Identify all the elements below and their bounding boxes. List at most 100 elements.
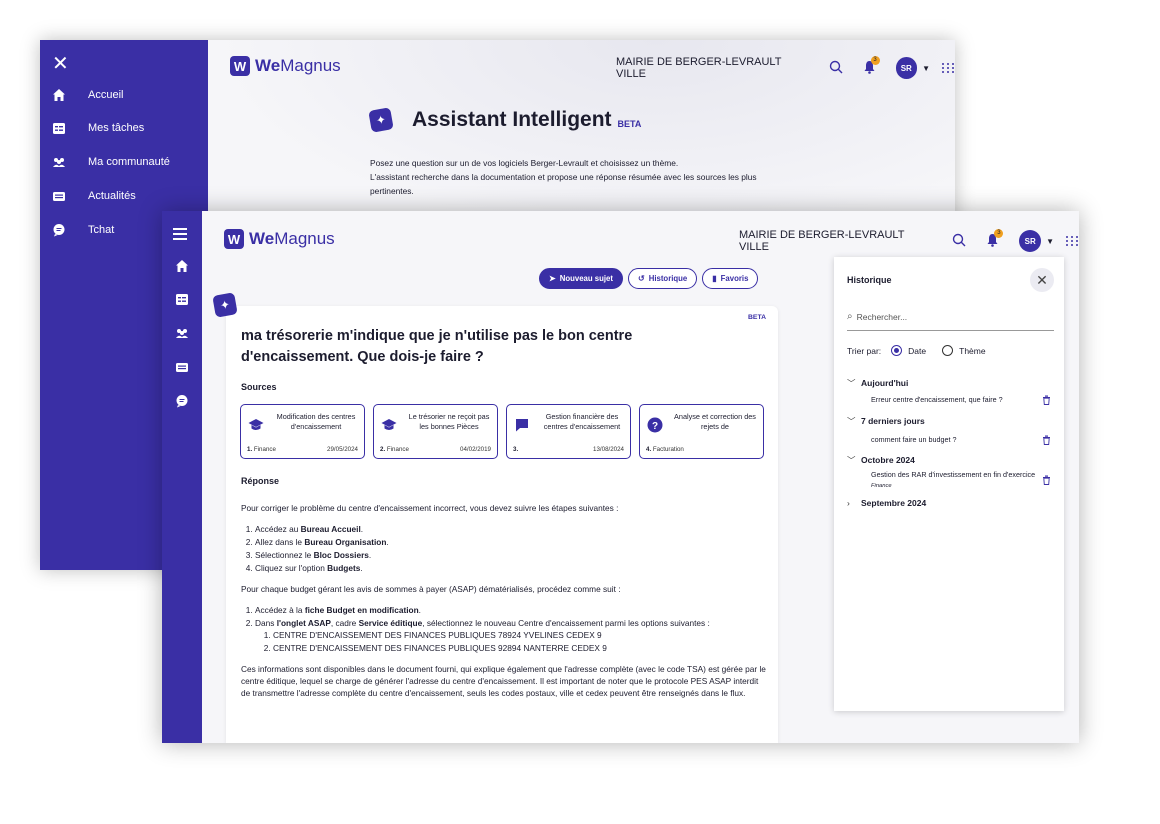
source-card[interactable]: Le trésorier ne reçoit pas les bonnes Pi… bbox=[373, 404, 498, 459]
close-icon[interactable]: ✕ bbox=[52, 54, 69, 74]
search-placeholder: Rechercher... bbox=[856, 311, 908, 322]
history-search-input[interactable]: ⌕ Rechercher... bbox=[847, 303, 1054, 331]
response-heading: Réponse bbox=[241, 476, 280, 486]
new-topic-button[interactable]: ➤ Nouveau sujet bbox=[539, 268, 623, 289]
centres-list: CENTRE D'ENCAISSEMENT DES FINANCES PUBLI… bbox=[273, 629, 766, 654]
home-icon bbox=[52, 88, 66, 102]
question-title: ma trésorerie m'indique que je n'utilise… bbox=[241, 328, 633, 365]
history-group-7days[interactable]: ﹀ 7 derniers jours bbox=[847, 415, 925, 427]
logo-bold-text: We bbox=[249, 229, 275, 248]
wemagnus-logo[interactable]: W WeMagnus bbox=[230, 56, 341, 76]
tasks-icon[interactable] bbox=[175, 292, 189, 306]
history-title: Historique bbox=[847, 275, 892, 285]
news-icon[interactable] bbox=[175, 360, 189, 374]
history-entry[interactable]: Erreur centre d'encaissement, que faire … bbox=[871, 395, 1051, 405]
list-item: Accédez au Bureau Accueil. bbox=[255, 523, 766, 535]
source-card[interactable]: Gestion financière des centres d'encaiss… bbox=[506, 404, 631, 459]
list-item: Sélectionnez le Bloc Dossiers. bbox=[255, 549, 766, 561]
history-entry[interactable]: Gestion des RAR d'investissement en fin … bbox=[871, 470, 1051, 491]
logo-light-text: Magnus bbox=[280, 56, 341, 75]
help-circle-icon: ? bbox=[647, 417, 663, 433]
sidebar-item-label: Accueil bbox=[88, 89, 124, 101]
chevron-down-icon: ﹀ bbox=[847, 455, 856, 465]
sparkle-icon: ✦ bbox=[368, 107, 394, 133]
page-title: Assistant Intelligent bbox=[412, 108, 612, 131]
history-group-september[interactable]: › Septembre 2024 bbox=[847, 498, 926, 508]
chat-icon bbox=[52, 223, 66, 237]
source-card[interactable]: ? Analyse et correction des rejets de 4.… bbox=[639, 404, 764, 459]
sort-theme-radio[interactable] bbox=[942, 345, 954, 356]
source-title: Analyse et correction des rejets de bbox=[674, 412, 756, 431]
history-group-october[interactable]: ﹀ Octobre 2024 bbox=[847, 454, 915, 466]
response-body: Pour corriger le problème du centre d'en… bbox=[241, 502, 766, 708]
front-topbar: MAIRIE DE BERGER-LEVRAULT VILLE 3 SR ▼ bbox=[739, 228, 1079, 253]
history-button[interactable]: ↺ Historique bbox=[628, 268, 698, 289]
logo-mark-icon: W bbox=[224, 229, 244, 249]
user-avatar[interactable]: SR bbox=[895, 57, 918, 79]
sort-date-radio[interactable] bbox=[891, 345, 903, 356]
sidebar-item-tchat[interactable]: Tchat bbox=[52, 223, 114, 237]
chevron-right-icon: › bbox=[847, 498, 850, 508]
response-paragraph: Ces informations sont disponibles dans l… bbox=[241, 664, 766, 698]
chevron-down-icon[interactable]: ▼ bbox=[1046, 237, 1054, 246]
chat-bubble-icon bbox=[514, 417, 530, 433]
community-icon bbox=[52, 155, 66, 169]
logo-light-text: Magnus bbox=[274, 229, 335, 248]
description-line: Posez une question sur un de vos logicie… bbox=[370, 158, 679, 168]
chevron-down-icon[interactable]: ▼ bbox=[922, 64, 930, 73]
assistant-heading: ✦ Assistant Intelligent BETA bbox=[368, 107, 642, 133]
apps-grid-icon[interactable] bbox=[942, 63, 955, 73]
sidebar-item-accueil[interactable]: Accueil bbox=[52, 88, 123, 102]
news-icon bbox=[52, 189, 66, 203]
action-pills: ➤ Nouveau sujet ↺ Historique ▮ Favoris bbox=[539, 268, 763, 289]
sidebar-item-label: Actualités bbox=[88, 190, 136, 202]
sort-options: Trier par: Date Thème bbox=[847, 345, 986, 356]
history-icon: ↺ bbox=[638, 274, 645, 283]
wemagnus-logo[interactable]: W WeMagnus bbox=[224, 229, 335, 249]
bell-icon[interactable]: 3 bbox=[863, 55, 880, 77]
sidebar-item-label: Mes tâches bbox=[88, 122, 145, 134]
chat-icon[interactable] bbox=[175, 394, 189, 408]
home-icon[interactable] bbox=[175, 259, 189, 273]
answer-card: BETA ma trésorerie m'indique que je n'ut… bbox=[226, 306, 778, 743]
sources-heading: Sources bbox=[241, 382, 277, 392]
description-line: L'assistant recherche dans la documentat… bbox=[370, 172, 757, 196]
source-card[interactable]: Modification des centres d'encaissement … bbox=[240, 404, 365, 459]
organization-name[interactable]: MAIRIE DE BERGER-LEVRAULT VILLE bbox=[616, 56, 811, 80]
bell-icon[interactable]: 3 bbox=[986, 228, 1004, 250]
organization-name[interactable]: MAIRIE DE BERGER-LEVRAULT VILLE bbox=[739, 229, 934, 253]
beta-badge: BETA bbox=[617, 118, 642, 129]
search-icon[interactable] bbox=[952, 233, 966, 250]
apps-grid-icon[interactable] bbox=[1066, 236, 1079, 246]
source-title: Gestion financière des centres d'encaiss… bbox=[543, 412, 621, 431]
sidebar-item-communaute[interactable]: Ma communauté bbox=[52, 155, 170, 169]
sources-list: Modification des centres d'encaissement … bbox=[240, 404, 772, 459]
user-avatar[interactable]: SR bbox=[1019, 230, 1042, 252]
response-paragraph: Pour corriger le problème du centre d'en… bbox=[241, 503, 619, 513]
trash-icon[interactable] bbox=[1042, 435, 1051, 445]
steps-list: Accédez à la fiche Budget en modificatio… bbox=[255, 604, 766, 654]
bookmark-icon: ▮ bbox=[712, 274, 717, 283]
hamburger-menu-icon[interactable] bbox=[173, 228, 187, 243]
graduation-cap-icon bbox=[381, 417, 397, 433]
sidebar-collapsed bbox=[162, 211, 202, 743]
history-panel: Historique ✕ ⌕ Rechercher... Trier par: D… bbox=[834, 257, 1064, 711]
sidebar-item-mes-taches[interactable]: Mes tâches bbox=[52, 121, 144, 135]
history-group-today[interactable]: ﹀ Aujourd'hui bbox=[847, 377, 908, 389]
svg-text:?: ? bbox=[652, 421, 658, 432]
sort-label: Trier par: bbox=[847, 345, 882, 356]
community-icon[interactable] bbox=[175, 326, 189, 340]
trash-icon[interactable] bbox=[1042, 475, 1051, 485]
tasks-icon bbox=[52, 121, 66, 135]
search-icon[interactable] bbox=[829, 60, 843, 77]
favorites-button[interactable]: ▮ Favoris bbox=[702, 268, 759, 289]
graduation-cap-icon bbox=[248, 417, 264, 433]
trash-icon[interactable] bbox=[1042, 395, 1051, 405]
list-item: CENTRE D'ENCAISSEMENT DES FINANCES PUBLI… bbox=[273, 642, 766, 654]
notification-badge: 3 bbox=[994, 228, 1004, 238]
notification-badge: 3 bbox=[870, 55, 880, 65]
close-icon[interactable]: ✕ bbox=[1030, 268, 1054, 292]
sparkle-icon: ✦ bbox=[212, 292, 238, 318]
history-entry[interactable]: comment faire un budget ? bbox=[871, 435, 1051, 445]
sidebar-item-actualites[interactable]: Actualités bbox=[52, 189, 136, 203]
